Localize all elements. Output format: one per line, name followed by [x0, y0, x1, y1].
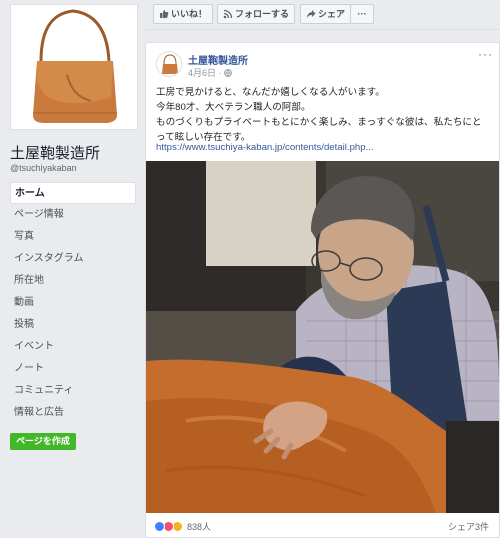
reaction-summary[interactable]: 838人: [154, 519, 211, 533]
nav-item-about[interactable]: ページ情報: [10, 204, 136, 226]
page-handle[interactable]: @tsuchiyakaban: [10, 163, 77, 173]
nav-item-home[interactable]: ホーム: [10, 182, 136, 204]
profile-photo[interactable]: [10, 4, 138, 130]
bag-image: [11, 5, 137, 129]
thumbs-up-icon: [160, 10, 169, 18]
post-text-line: 工房で見かけると、なんだか嬉しくなる人がいます。: [156, 87, 385, 98]
nav-item-notes[interactable]: ノート: [10, 358, 136, 380]
follow-label: フォローする: [235, 9, 290, 19]
page-action-bar: いいね！ フォローする シェア ···: [145, 0, 500, 30]
more-options-button[interactable]: ···: [350, 4, 374, 24]
nav-item-info-and-ads[interactable]: 情報と広告: [10, 402, 136, 424]
share-page-button[interactable]: シェア: [300, 4, 352, 24]
page-nav: ホーム ページ情報 写真 インスタグラム 所在地 動画 投稿 イベント ノート …: [10, 182, 136, 424]
post-avatar[interactable]: [156, 51, 182, 77]
post-photo[interactable]: [146, 161, 499, 513]
post-link[interactable]: https://www.tsuchiya-kaban.jp/contents/d…: [156, 142, 374, 153]
nav-item-community[interactable]: コミュニティ: [10, 380, 136, 402]
nav-item-posts[interactable]: 投稿: [10, 314, 136, 336]
post-text-line: ものづくりもプライベートもとにかく楽しみ、まっすぐな彼は、私たちにと: [156, 117, 482, 128]
post-meta: 4月6日 ·: [188, 66, 232, 79]
share-count[interactable]: シェア3件: [448, 520, 489, 533]
reaction-count[interactable]: 838人: [187, 520, 211, 533]
page-name[interactable]: 土屋鞄製造所: [10, 142, 100, 163]
post-text-line: 今年80才、大ベテラン職人の阿部。: [156, 102, 311, 113]
share-arrow-icon: [306, 10, 316, 18]
nav-item-videos[interactable]: 動画: [10, 292, 136, 314]
bag-avatar-image: [157, 52, 181, 76]
nav-item-locations[interactable]: 所在地: [10, 270, 136, 292]
post-card: 土屋鞄製造所 4月6日 · ··· 工房で見かけると、なんだか嬉しくなる人がいま…: [145, 42, 500, 538]
rss-icon: [223, 9, 233, 19]
craftsman-photo: [146, 161, 499, 513]
nav-item-events[interactable]: イベント: [10, 336, 136, 358]
post-options-button[interactable]: ···: [478, 47, 493, 61]
like-page-button[interactable]: いいね！: [153, 4, 214, 24]
like-reaction-icon: [154, 520, 165, 532]
globe-icon: [224, 69, 232, 77]
post-date[interactable]: 4月6日: [188, 68, 216, 78]
share-page-label: シェア: [318, 9, 346, 19]
follow-button[interactable]: フォローする: [217, 4, 296, 24]
like-page-label: いいね！: [171, 9, 208, 19]
create-page-button[interactable]: ページを作成: [10, 433, 76, 450]
nav-item-photos[interactable]: 写真: [10, 226, 136, 248]
post-author[interactable]: 土屋鞄製造所: [188, 52, 248, 67]
post-text: 工房で見かけると、なんだか嬉しくなる人がいます。 今年80才、大ベテラン職人の阿…: [156, 85, 496, 145]
nav-item-instagram[interactable]: インスタグラム: [10, 248, 136, 270]
